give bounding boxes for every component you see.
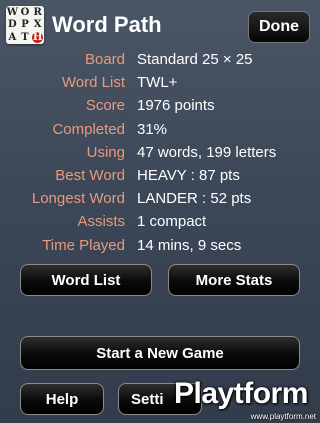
- stat-label: Word List: [61, 74, 125, 92]
- logo-letter: T: [21, 32, 29, 43]
- logo-letter: O: [20, 6, 30, 18]
- done-button[interactable]: Done: [248, 11, 310, 43]
- logo-letter: D: [7, 19, 17, 31]
- stat-value: 47 words, 199 letters: [137, 143, 277, 161]
- stat-value: Standard 25 × 25: [137, 51, 253, 69]
- stat-value: 1 compact: [137, 213, 207, 231]
- more-stats-button[interactable]: More Stats: [168, 264, 300, 296]
- stat-value: 31%: [137, 120, 168, 138]
- stat-label: Completed: [52, 120, 125, 138]
- watermark: Playtform www.playtform.net: [168, 375, 320, 423]
- stat-label: Assists: [77, 213, 125, 231]
- stat-value: HEAVY : 87 pts: [137, 167, 240, 185]
- page-title: Word Path: [52, 12, 162, 37]
- logo-letter: X: [33, 19, 42, 31]
- stat-row-best-word: Best Word HEAVY : 87 pts: [0, 164, 320, 187]
- new-game-button[interactable]: Start a New Game: [20, 336, 300, 370]
- stat-row-word-list: Word List TWL+: [0, 71, 320, 94]
- logo-letter: W: [6, 6, 18, 18]
- stat-label: Time Played: [42, 236, 125, 254]
- stat-label: Using: [86, 143, 125, 161]
- stat-label: Longest Word: [31, 190, 125, 208]
- stat-value: LANDER : 52 pts: [137, 190, 252, 208]
- help-button[interactable]: Help: [20, 383, 104, 415]
- stat-row-longest-word: Longest Word LANDER : 52 pts: [0, 187, 320, 210]
- stat-value: TWL+: [137, 74, 178, 92]
- stat-row-score: Score 1976 points: [0, 94, 320, 117]
- stat-row-time-played: Time Played 14 mins, 9 secs: [0, 234, 320, 257]
- app-logo: W O R D P X A T H: [6, 6, 44, 44]
- logo-letter: P: [21, 19, 29, 31]
- watermark-brand: Playtform: [174, 377, 308, 410]
- word-list-button[interactable]: Word List: [20, 264, 152, 296]
- watermark-url: www.playtform.net: [250, 412, 316, 421]
- stat-value: 1976 points: [137, 97, 215, 115]
- stat-label: Best Word: [55, 167, 125, 185]
- stat-label: Score: [85, 97, 125, 115]
- stats-list: Board Standard 25 × 25 Word List TWL+ Sc…: [0, 48, 320, 257]
- stat-label: Board: [84, 51, 125, 69]
- stat-row-using: Using 47 words, 199 letters: [0, 141, 320, 164]
- stat-row-assists: Assists 1 compact: [0, 210, 320, 233]
- stat-value: 14 mins, 9 secs: [137, 236, 242, 254]
- logo-letter: R: [33, 6, 42, 18]
- logo-letter: A: [8, 32, 17, 43]
- stat-row-board: Board Standard 25 × 25: [0, 48, 320, 71]
- stat-row-completed: Completed 31%: [0, 118, 320, 141]
- logo-letter-highlight: H: [32, 32, 43, 43]
